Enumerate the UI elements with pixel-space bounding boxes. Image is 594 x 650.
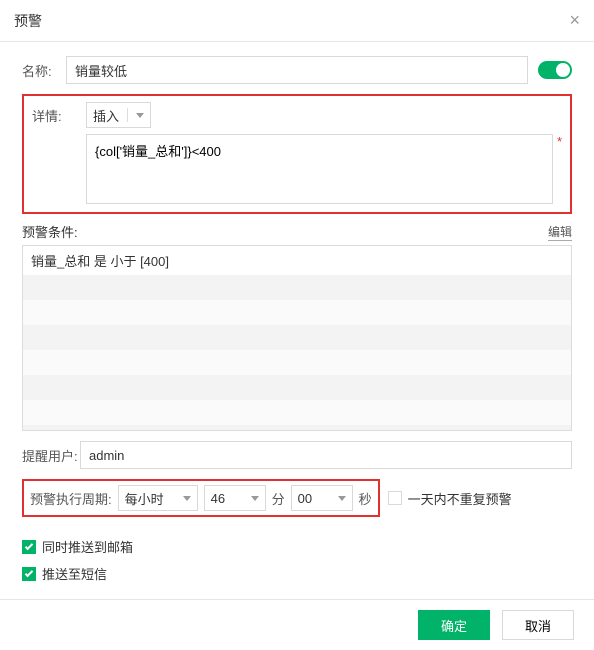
name-label: 名称:: [22, 61, 66, 80]
edit-conditions-link[interactable]: 编辑: [548, 223, 572, 241]
close-icon[interactable]: ×: [569, 10, 580, 31]
period-second-value: 00: [298, 491, 312, 506]
condition-row-empty: [23, 400, 571, 425]
period-unit-select[interactable]: 每小时: [118, 485, 198, 511]
detail-label: 详情:: [32, 106, 76, 125]
caret-down-icon: [183, 496, 191, 501]
push-sms-row[interactable]: 推送至短信: [22, 564, 572, 583]
push-sms-label: 推送至短信: [42, 564, 107, 583]
conditions-list: 销量_总和 是 小于 [400]: [22, 245, 572, 431]
check-icon: [25, 568, 33, 576]
period-label: 预警执行周期:: [30, 489, 112, 508]
check-icon: [25, 541, 33, 549]
enable-toggle[interactable]: [538, 61, 572, 79]
dialog-body: 名称: 详情: 插入 * 预警条件: 编辑 销量_总和 是 小于 [400]: [0, 42, 594, 599]
detail-section: 详情: 插入 *: [22, 94, 572, 214]
norepeat-label: 一天内不重复预警: [408, 489, 512, 508]
condition-row-empty: [23, 300, 571, 325]
condition-row-empty: [23, 275, 571, 300]
second-label: 秒: [359, 489, 372, 508]
remind-label: 提醒用户:: [22, 446, 80, 465]
detail-textarea-wrap: *: [86, 134, 562, 204]
norepeat-checkbox-row[interactable]: 一天内不重复预警: [388, 489, 512, 508]
detail-row: 详情: 插入: [32, 102, 562, 128]
push-email-label: 同时推送到邮箱: [42, 537, 133, 556]
period-minute-value: 46: [211, 491, 225, 506]
condition-row-empty: [23, 325, 571, 350]
cancel-button[interactable]: 取消: [502, 610, 574, 640]
dialog-title: 预警: [14, 11, 42, 31]
period-minute-select[interactable]: 46: [204, 485, 266, 511]
dialog-footer: 确定 取消: [0, 599, 594, 650]
push-email-row[interactable]: 同时推送到邮箱: [22, 537, 572, 556]
name-row: 名称:: [22, 56, 572, 84]
condition-row-empty: [23, 425, 571, 431]
divider: [127, 108, 128, 122]
insert-dropdown[interactable]: 插入: [86, 102, 151, 128]
remind-row: 提醒用户:: [22, 441, 572, 469]
minute-label: 分: [272, 489, 285, 508]
period-unit-value: 每小时: [125, 489, 164, 508]
ok-button[interactable]: 确定: [418, 610, 490, 640]
period-row: 预警执行周期: 每小时 46 分 00 秒 一天内不重复预警: [22, 479, 572, 527]
push-email-checkbox[interactable]: [22, 540, 36, 554]
caret-down-icon: [136, 113, 144, 118]
conditions-label: 预警条件:: [22, 222, 78, 241]
required-star: *: [557, 134, 562, 149]
push-sms-checkbox[interactable]: [22, 567, 36, 581]
period-second-select[interactable]: 00: [291, 485, 353, 511]
norepeat-checkbox[interactable]: [388, 491, 402, 505]
insert-label: 插入: [93, 106, 119, 125]
caret-down-icon: [338, 496, 346, 501]
detail-textarea[interactable]: [86, 134, 553, 204]
remind-user-input[interactable]: [80, 441, 572, 469]
name-input[interactable]: [66, 56, 528, 84]
condition-row-empty: [23, 350, 571, 375]
caret-down-icon: [251, 496, 259, 501]
period-highlight: 预警执行周期: 每小时 46 分 00 秒: [22, 479, 380, 517]
conditions-header: 预警条件: 编辑: [22, 222, 572, 241]
condition-row[interactable]: 销量_总和 是 小于 [400]: [23, 246, 571, 275]
condition-row-empty: [23, 375, 571, 400]
dialog-header: 预警 ×: [0, 0, 594, 42]
